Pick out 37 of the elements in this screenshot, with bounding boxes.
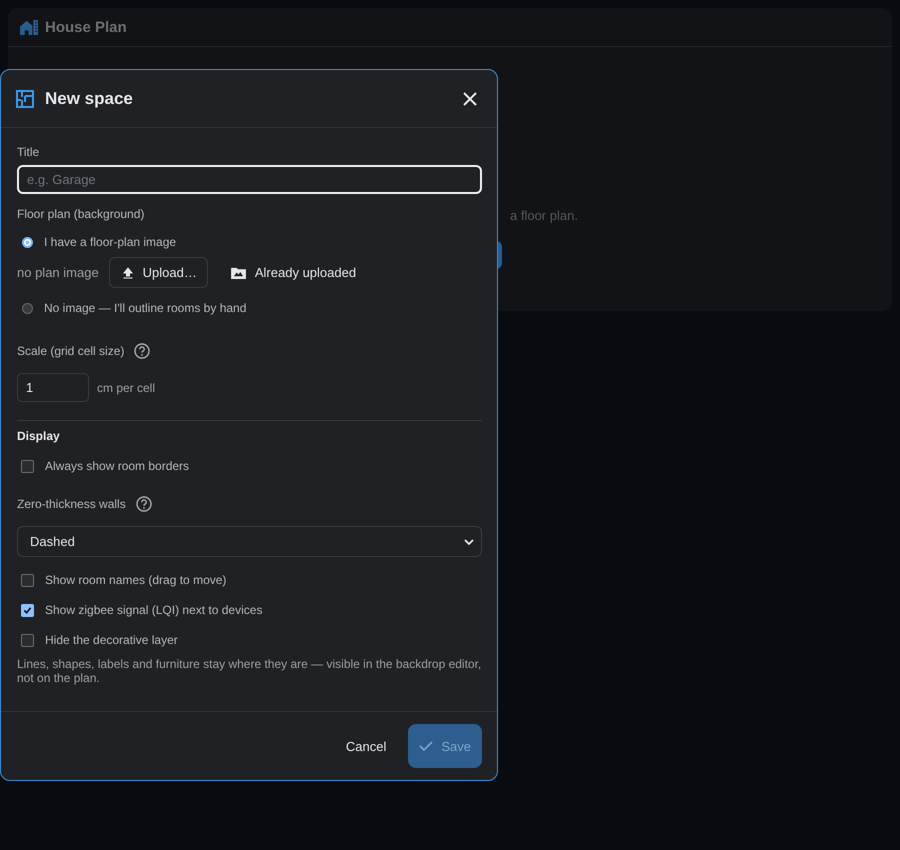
field-label: Floor plan (background) — [17, 207, 146, 221]
scale-field[interactable]: 1 — [17, 373, 89, 402]
dialog-title: New space — [45, 88, 134, 108]
radio-label: I have a floor-plan image — [44, 235, 176, 249]
image-folder-icon — [230, 266, 246, 279]
checkbox[interactable] — [21, 574, 34, 586]
radio-button[interactable] — [22, 236, 33, 248]
section-heading: Display — [17, 429, 61, 443]
checkbox-label: Show room names (drag to move) — [45, 573, 226, 587]
title-field[interactable]: e.g. Garage — [17, 165, 482, 194]
app-title: House Plan — [45, 18, 127, 36]
checkbox[interactable] — [21, 460, 34, 472]
chevron-down-icon — [464, 538, 474, 544]
checkbox-label: Show zigbee signal (LQI) next to devices — [45, 603, 262, 617]
upload-icon — [122, 266, 134, 278]
radio-button[interactable] — [22, 302, 33, 314]
help-icon[interactable] — [134, 343, 150, 359]
image-status: no plan image — [17, 265, 99, 280]
empty-hint: a floor plan. — [510, 208, 578, 223]
checkbox[interactable] — [21, 604, 34, 616]
help-text: Lines, shapes, labels and furniture stay where they are — visible in the backdrop editor, not on the plan. — [17, 657, 482, 685]
floor-plan-icon — [16, 90, 34, 108]
radio-label: No image — I'll outline rooms by hand — [44, 301, 246, 315]
field-label: Zero-thickness walls — [17, 497, 126, 511]
help-icon[interactable] — [136, 496, 152, 512]
checkmark-icon — [419, 740, 434, 752]
field-label: Scale (grid cell size) — [17, 344, 124, 358]
house-icon — [20, 18, 39, 36]
unit-label: cm per cell — [97, 380, 156, 394]
cancel-button[interactable]: Cancel — [340, 738, 392, 754]
upload-button[interactable]: Upload… — [108, 257, 208, 288]
already-uploaded-button[interactable]: Already uploaded — [218, 257, 368, 288]
checkbox-label: Hide the decorative layer — [45, 633, 178, 647]
field-label: Title — [17, 145, 40, 159]
checkbox-label: Always show room borders — [45, 459, 190, 473]
walls-dropdown[interactable]: Dashed — [17, 526, 482, 557]
checkbox[interactable] — [21, 634, 34, 646]
